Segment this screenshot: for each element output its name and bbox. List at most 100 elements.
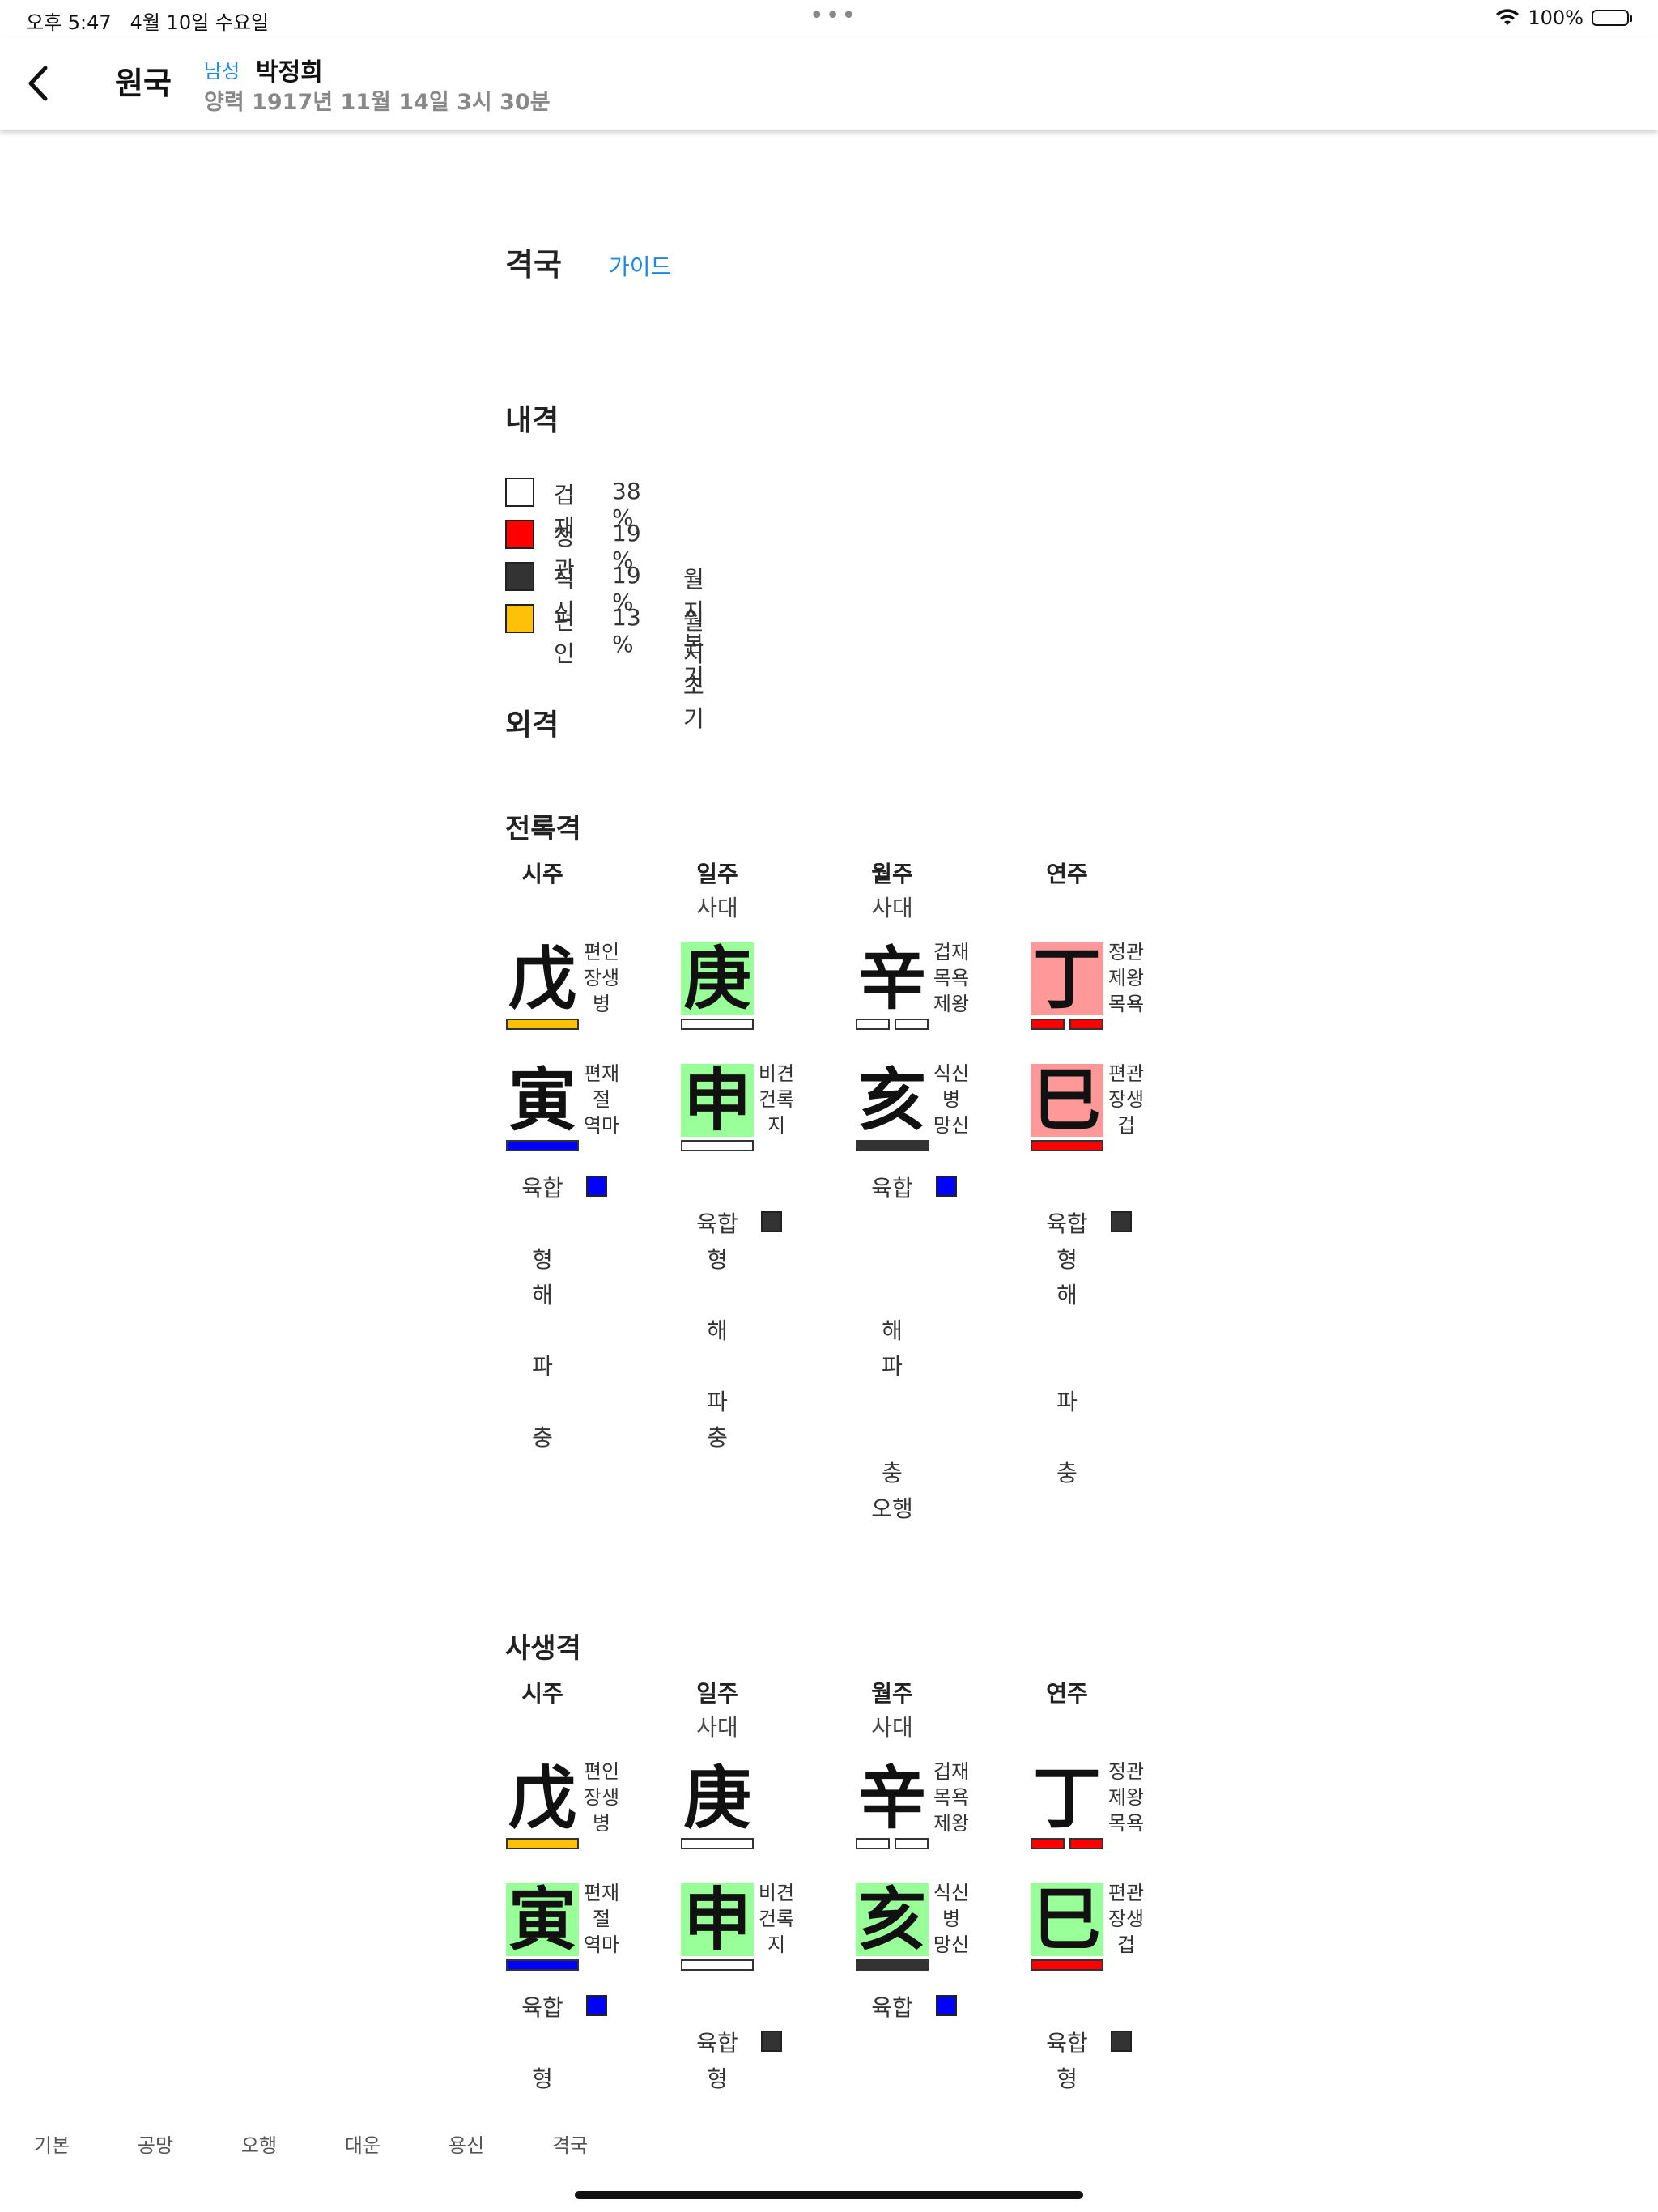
branch-char: 亥 [856, 1883, 929, 1956]
stem-tags: 편인 장생 병 [580, 939, 623, 1017]
tag-line: 지 [767, 1114, 786, 1137]
guide-link[interactable]: 가이드 [609, 249, 671, 282]
branch-tags: 편재 절 역마 [580, 1880, 623, 1958]
tag-line: 겁재 [933, 1760, 970, 1783]
relation-label: 형 [532, 2065, 553, 2092]
stem-underline [1069, 1838, 1103, 1849]
stem-underline [895, 1019, 929, 1030]
stem-tags: 겁재목욕제왕 [930, 1759, 972, 1836]
stem-char: 辛 [857, 1759, 926, 1838]
page-title: 격국 [505, 247, 562, 283]
tab-item[interactable]: 격국 [521, 2129, 619, 2158]
branch-underline [856, 1959, 929, 1971]
legend-swatch [505, 604, 534, 633]
stem-underline [856, 1838, 890, 1849]
stem-underline [506, 1019, 579, 1030]
stem-underline [856, 1019, 890, 1030]
branch-char: 申 [681, 1883, 754, 1956]
stem-underline [506, 1838, 579, 1849]
section-title: 사생격 [505, 1632, 581, 1665]
stem-char: 戊 [508, 1759, 576, 1838]
relation-label: 형 [707, 2065, 728, 2092]
stem-underline [681, 1019, 754, 1030]
back-chevron-icon[interactable] [23, 63, 55, 104]
branch-char: 亥 [857, 1061, 926, 1140]
tag-line: 편인 [583, 1760, 620, 1783]
tag-line: 편관 [1107, 1062, 1145, 1085]
branch-tags: 비견 건록 지 [755, 1880, 797, 1958]
person-name: 박정희 [256, 58, 323, 87]
tag-line: 목욕 [1107, 1812, 1145, 1835]
relation-swatch [586, 1995, 607, 2016]
status-time: 오후 5:47 4월 10일 수요일 [26, 6, 269, 35]
screen-title: 원국 [115, 66, 172, 101]
tag-line: 제왕 [1107, 967, 1145, 989]
branch-tags: 식신 병 망신 [930, 1880, 972, 1958]
relation-swatch [761, 2031, 782, 2052]
branch-char: 巳 [1031, 1064, 1103, 1137]
tag-line: 제왕 [1107, 1786, 1145, 1809]
tag-line: 병 [942, 1908, 961, 1930]
pillar-head: 시주 [521, 861, 563, 887]
branch-tags: 편관 장생 겁 [1105, 1061, 1147, 1138]
wifi-icon [1496, 9, 1520, 25]
relation-label: 육합 [1046, 1210, 1088, 1237]
status-bar: 오후 5:47 4월 10일 수요일 ••• 100% [0, 0, 1658, 37]
tag-line: 절 [592, 1088, 611, 1111]
tag-line: 제왕 [933, 1812, 970, 1835]
stem-char: 丁 [1031, 942, 1103, 1015]
legend-swatch [505, 520, 534, 549]
legend-label: 편인 [554, 608, 575, 667]
tag-line: 건록 [758, 1088, 795, 1111]
tab-item[interactable]: 용신 [418, 2129, 515, 2158]
relation-label: 충 [707, 1424, 728, 1451]
tab-item[interactable]: 공망 [107, 2129, 204, 2158]
tag-line: 장생 [583, 1786, 620, 1809]
pillar-head: 월주 [871, 1680, 913, 1707]
relation-label: 형 [1056, 1246, 1078, 1273]
tag-line: 지 [767, 1933, 786, 1956]
tag-line: 비견 [758, 1062, 795, 1085]
legend-swatch [505, 478, 534, 507]
stem-tags: 정관 제왕 목욕 [1105, 939, 1147, 1017]
tag-line: 편인 [583, 941, 620, 963]
tag-line: 편재 [583, 1882, 620, 1904]
tab-item[interactable]: 기본 [3, 2129, 100, 2158]
tab-item[interactable]: 오행 [210, 2129, 308, 2158]
pillar-head: 연주 [1046, 861, 1088, 887]
relation-label: 육합 [696, 2030, 738, 2057]
branch-tags: 편재 절 역마 [580, 1061, 623, 1138]
outer-title: 외격 [505, 708, 559, 742]
relation-label: 형 [1056, 2065, 1078, 2092]
relation-swatch [1111, 2031, 1132, 2052]
home-indicator [575, 2191, 1083, 2199]
tag-line: 목욕 [933, 1786, 970, 1809]
tag-line: 병 [592, 1812, 611, 1835]
relation-label: 충 [882, 1460, 903, 1487]
tag-line: 겁 [1116, 1114, 1136, 1137]
tag-line: 비견 [758, 1882, 795, 1904]
main-content[interactable]: 격국 가이드 내격 겁재 38 % 정관 19 % 식신 19 % 월지 본기 편인 13 % 월… [0, 130, 1658, 2105]
branch-char: 寅 [506, 1883, 579, 1956]
relation-label: 충 [1056, 1460, 1078, 1487]
stem-tags: 정관제왕목욕 [1105, 1759, 1147, 1836]
stem-tags: 겁재 목욕 제왕 [930, 939, 972, 1017]
relation-label: 해 [707, 1317, 728, 1344]
tag-line: 편재 [583, 1062, 620, 1085]
section-title: 전록격 [505, 813, 581, 845]
relation-label: 파 [1056, 1389, 1078, 1415]
relation-label: 육합 [696, 1210, 738, 1237]
tag-line: 정관 [1107, 1760, 1145, 1783]
branch-char: 寅 [508, 1061, 576, 1140]
relation-label: 형 [532, 1246, 553, 1273]
gender-label: 남성 [204, 60, 240, 83]
tag-line: 목욕 [1107, 993, 1145, 1015]
relation-label: 파 [882, 1353, 903, 1380]
tab-item[interactable]: 대운 [314, 2129, 411, 2158]
tag-line: 병 [592, 993, 611, 1015]
relation-swatch [1111, 1211, 1132, 1232]
pillar-sub: 사대 [871, 1714, 913, 1741]
multitask-dots-icon[interactable]: ••• [810, 2, 857, 30]
relation-label: 해 [882, 1317, 903, 1344]
pillar-sub: 사대 [871, 895, 913, 921]
